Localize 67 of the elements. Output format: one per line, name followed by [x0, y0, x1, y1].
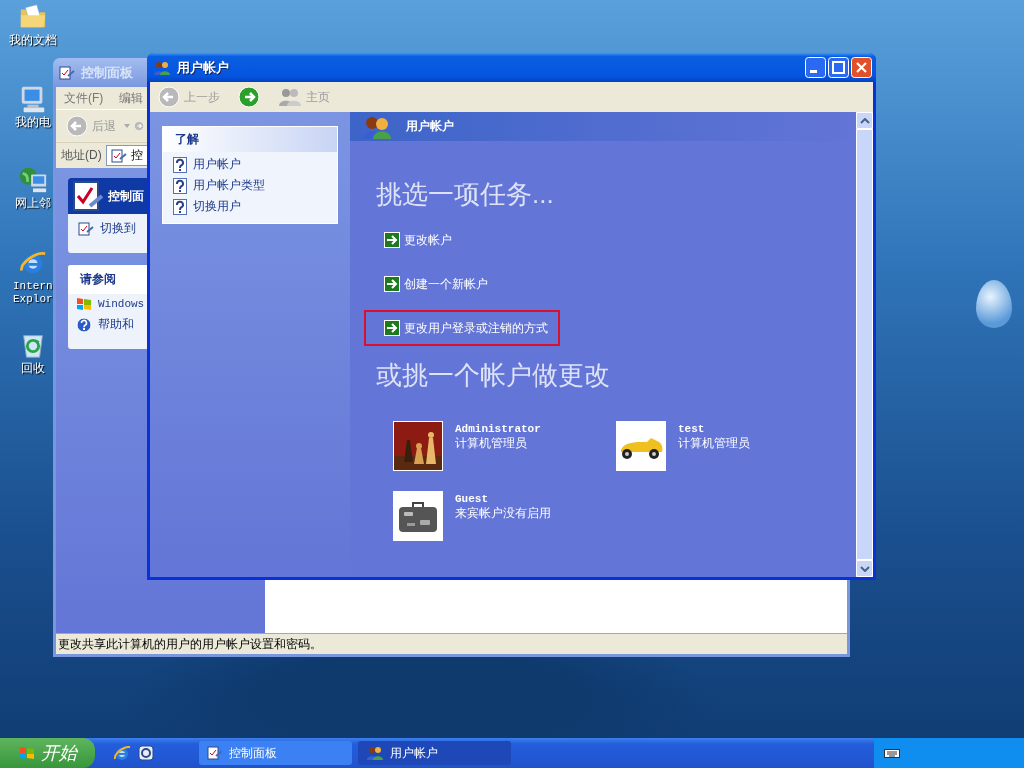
scroll-down-button[interactable] — [856, 560, 873, 577]
users-icon — [362, 114, 392, 139]
task-link[interactable]: 创建一个新帐户 — [384, 275, 488, 293]
control-panel-icon — [207, 745, 223, 761]
arrow-icon — [384, 232, 400, 248]
close-button[interactable] — [851, 57, 872, 78]
help-link[interactable]: 切换用户 — [193, 198, 241, 215]
users-icon — [366, 745, 384, 761]
address-field[interactable]: 控 — [105, 145, 148, 166]
taskbar-button[interactable]: 用户帐户 — [358, 741, 511, 765]
window-title: 控制面板 — [81, 63, 133, 82]
network-icon[interactable] — [17, 165, 48, 195]
desktop-icon-label[interactable]: 回收 — [20, 362, 45, 375]
panel-link[interactable]: 帮助和 — [98, 316, 134, 333]
window-title: 用户帐户 — [177, 58, 229, 77]
arrow-icon — [384, 276, 400, 292]
account-type: 来宾帐户没有启用 — [455, 505, 551, 522]
control-panel-icon — [110, 147, 127, 164]
account-type: 计算机管理员 — [455, 435, 528, 452]
taskbar-button[interactable]: 控制面板 — [199, 741, 352, 765]
chess-pieces-drawing[interactable] — [393, 421, 443, 471]
menu-item[interactable]: 文件(F) — [64, 89, 104, 107]
desktop-icon-label[interactable]: 我的文档 — [8, 34, 57, 47]
account-type: 计算机管理员 — [678, 435, 750, 452]
back-button[interactable]: 后退 — [62, 113, 120, 139]
users-icon — [278, 87, 302, 107]
panel-link[interactable]: Windows — [98, 298, 145, 310]
account-name[interactable]: Administrator — [455, 423, 541, 435]
help-icon — [173, 156, 187, 173]
panel-title: 了解 — [163, 127, 337, 152]
control-panel-icon — [78, 220, 94, 237]
panel-title: 控制面 — [108, 187, 144, 205]
race-car-drawing[interactable] — [616, 421, 666, 471]
suitcase-drawing[interactable] — [393, 491, 443, 541]
menu-item[interactable]: 编辑 — [119, 89, 144, 107]
users-icon — [153, 59, 171, 76]
address-label: 地址(D) — [61, 147, 102, 164]
arrow-icon — [384, 320, 400, 336]
keyboard-icon[interactable] — [884, 747, 900, 759]
account-name[interactable]: test — [678, 423, 750, 435]
maximize-button[interactable] — [828, 57, 849, 78]
desktop-icon-label[interactable]: 我的电 — [14, 116, 51, 129]
control-panel-icon — [59, 64, 75, 81]
start-button[interactable]: 开始 — [0, 738, 95, 768]
scroll-up-button[interactable] — [856, 112, 873, 129]
browser-icon[interactable] — [113, 744, 131, 762]
desktop-icon-label[interactable]: Intern Explor — [13, 280, 52, 306]
header-title: 用户帐户 — [406, 118, 454, 135]
help-link[interactable]: 用户帐户类型 — [193, 177, 265, 194]
desktop-icon-label[interactable]: 网上邻 — [14, 197, 51, 210]
help-link[interactable]: 用户帐户 — [193, 156, 241, 173]
help-icon — [173, 177, 187, 194]
media-player-icon[interactable] — [137, 744, 155, 762]
status-text: 更改共享此计算机的用户的用户帐户设置和密码。 — [58, 635, 322, 653]
section-heading: 或挑一个帐户做更改 — [375, 359, 611, 392]
account-name[interactable]: Guest — [455, 493, 551, 505]
task-link[interactable]: 更改帐户 — [384, 231, 452, 249]
minimize-button[interactable] — [805, 57, 826, 78]
windows-logo-icon — [18, 745, 35, 761]
help-icon — [173, 198, 187, 215]
windows-logo-icon — [76, 296, 92, 312]
task-link[interactable]: 更改用户登录或注销的方式 — [384, 319, 548, 337]
panel-link[interactable]: 切换到 — [100, 220, 136, 237]
water-drop-drawing — [976, 280, 1012, 328]
help-icon — [76, 316, 92, 333]
checklist-icon — [72, 180, 104, 212]
section-heading: 挑选一项任务... — [375, 178, 555, 211]
